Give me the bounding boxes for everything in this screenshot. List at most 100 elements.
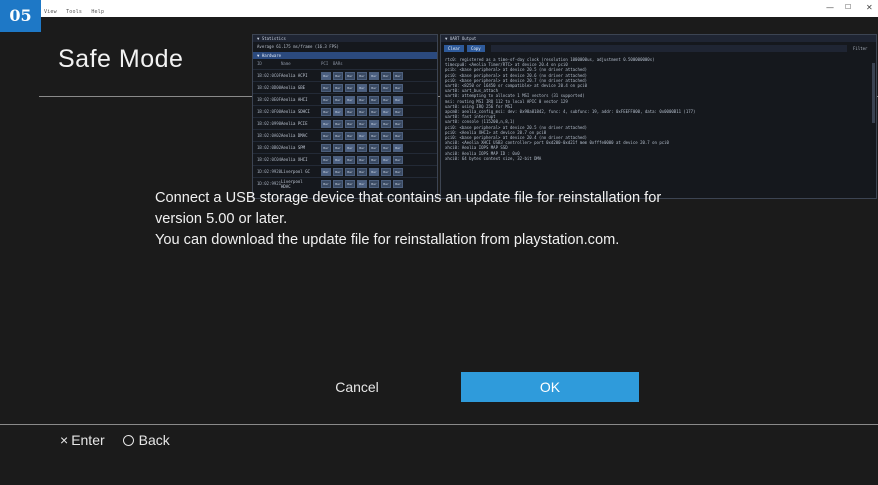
bar-button[interactable]: Bar <box>321 107 331 116</box>
step-badge: 05 <box>0 0 41 32</box>
menubar: View Tools Help <box>44 9 110 15</box>
bar-button[interactable]: Bar <box>321 95 331 104</box>
bar-button[interactable]: Bar <box>345 95 355 104</box>
hardware-bar-buttons: Bar Bar Bar Bar Bar Bar Bar <box>321 71 403 80</box>
bar-button[interactable]: Bar <box>357 167 367 176</box>
bar-button[interactable]: Bar <box>381 143 391 152</box>
bar-button[interactable]: Bar <box>393 179 403 188</box>
cancel-button[interactable]: Cancel <box>263 372 451 402</box>
bar-button[interactable]: Bar <box>321 155 331 164</box>
bar-button[interactable]: Bar <box>393 155 403 164</box>
bar-button[interactable]: Bar <box>369 95 379 104</box>
bar-button[interactable]: Bar <box>381 83 391 92</box>
bar-button[interactable]: Bar <box>333 107 343 116</box>
bar-button[interactable]: Bar <box>369 155 379 164</box>
bar-button[interactable]: Bar <box>333 143 343 152</box>
bar-button[interactable]: Bar <box>333 131 343 140</box>
bar-button[interactable]: Bar <box>321 131 331 140</box>
bar-button[interactable]: Bar <box>369 131 379 140</box>
bar-button[interactable]: Bar <box>345 119 355 128</box>
bar-button[interactable]: Bar <box>345 71 355 80</box>
bar-button[interactable]: Bar <box>333 167 343 176</box>
bar-button[interactable]: Bar <box>369 107 379 116</box>
bar-button[interactable]: Bar <box>321 167 331 176</box>
bar-button[interactable]: Bar <box>381 95 391 104</box>
menu-help[interactable]: Help <box>91 9 104 15</box>
bar-button[interactable]: Bar <box>321 83 331 92</box>
bar-button[interactable]: Bar <box>345 179 355 188</box>
bar-button[interactable]: Bar <box>393 143 403 152</box>
bar-button[interactable]: Bar <box>369 179 379 188</box>
bar-button[interactable]: Bar <box>333 155 343 164</box>
uart-panel-header[interactable]: ▼ UART Output <box>441 35 876 42</box>
bar-button[interactable]: Bar <box>345 83 355 92</box>
bar-button[interactable]: Bar <box>369 83 379 92</box>
bar-button[interactable]: Bar <box>345 155 355 164</box>
bar-button[interactable]: Bar <box>369 119 379 128</box>
bar-button[interactable]: Bar <box>393 95 403 104</box>
hardware-columns: ID Name PCI BARs <box>253 59 437 69</box>
menu-tools[interactable]: Tools <box>66 9 82 15</box>
hardware-id: 1B:02:0F00 <box>257 109 282 114</box>
uart-scrollbar[interactable] <box>872 63 875 123</box>
hardware-id: 1B:02:0B02 <box>257 145 282 150</box>
bar-button[interactable]: Bar <box>393 131 403 140</box>
hardware-id: 1B:02:0A02 <box>257 133 282 138</box>
clear-button[interactable]: Clear <box>444 45 465 52</box>
bar-button[interactable]: Bar <box>393 83 403 92</box>
bar-button[interactable]: Bar <box>357 155 367 164</box>
bar-button[interactable]: Bar <box>321 143 331 152</box>
bar-button[interactable]: Bar <box>393 119 403 128</box>
bar-button[interactable]: Bar <box>357 83 367 92</box>
bar-button[interactable]: Bar <box>333 83 343 92</box>
bar-button[interactable]: Bar <box>381 119 391 128</box>
circle-button-icon <box>122 434 134 446</box>
bar-button[interactable]: Bar <box>357 95 367 104</box>
back-label: Back <box>138 432 170 448</box>
bar-button[interactable]: Bar <box>369 71 379 80</box>
hardware-header[interactable]: ▼ Hardware <box>253 52 437 59</box>
bar-button[interactable]: Bar <box>333 179 343 188</box>
bar-button[interactable]: Bar <box>357 179 367 188</box>
bar-button[interactable]: Bar <box>357 119 367 128</box>
bar-button[interactable]: Bar <box>321 179 331 188</box>
maximize-icon[interactable]: ☐ <box>845 3 851 11</box>
bar-button[interactable]: Bar <box>381 107 391 116</box>
bar-button[interactable]: Bar <box>333 71 343 80</box>
hardware-id: 1B:02:0990 <box>257 121 282 126</box>
close-icon[interactable]: ✕ <box>866 3 873 12</box>
bar-button[interactable]: Bar <box>381 167 391 176</box>
ok-button[interactable]: OK <box>461 372 639 402</box>
bar-button[interactable]: Bar <box>381 155 391 164</box>
hardware-bar-buttons: Bar Bar Bar Bar Bar Bar Bar <box>321 131 403 140</box>
column-id: ID <box>257 61 262 66</box>
bar-button[interactable]: Bar <box>357 131 367 140</box>
statistics-panel-header[interactable]: ▼ Statistics <box>253 35 437 42</box>
bar-button[interactable]: Bar <box>369 143 379 152</box>
bar-button[interactable]: Bar <box>333 95 343 104</box>
bar-button[interactable]: Bar <box>381 71 391 80</box>
bar-button[interactable]: Bar <box>345 107 355 116</box>
bar-button[interactable]: Bar <box>393 71 403 80</box>
bar-button[interactable]: Bar <box>357 71 367 80</box>
bar-button[interactable]: Bar <box>345 167 355 176</box>
menu-view[interactable]: View <box>44 9 57 15</box>
bar-button[interactable]: Bar <box>381 131 391 140</box>
hardware-id: 1B:02:0E0F <box>257 97 282 102</box>
bar-button[interactable]: Bar <box>333 119 343 128</box>
bar-button[interactable]: Bar <box>321 119 331 128</box>
bar-button[interactable]: Bar <box>345 131 355 140</box>
column-bars: BARs <box>333 61 343 66</box>
bar-button[interactable]: Bar <box>357 143 367 152</box>
filter-input[interactable] <box>490 45 847 52</box>
copy-button[interactable]: Copy <box>467 45 485 52</box>
bar-button[interactable]: Bar <box>393 107 403 116</box>
message-line: Connect a USB storage device that contai… <box>155 190 662 206</box>
bar-button[interactable]: Bar <box>345 143 355 152</box>
bar-button[interactable]: Bar <box>369 167 379 176</box>
bar-button[interactable]: Bar <box>393 167 403 176</box>
bar-button[interactable]: Bar <box>381 179 391 188</box>
minimize-icon[interactable]: — <box>826 3 834 12</box>
bar-button[interactable]: Bar <box>357 107 367 116</box>
bar-button[interactable]: Bar <box>321 71 331 80</box>
